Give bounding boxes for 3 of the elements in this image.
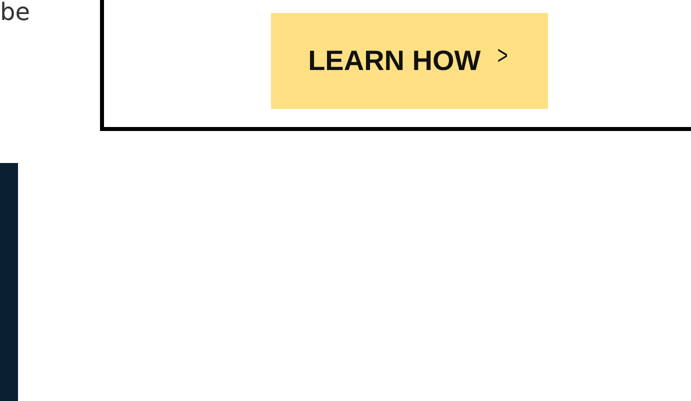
- chevron-icon: >: [497, 40, 508, 70]
- body-text: be: [0, 0, 31, 26]
- learn-how-button[interactable]: LEARN HOW >: [270, 13, 548, 109]
